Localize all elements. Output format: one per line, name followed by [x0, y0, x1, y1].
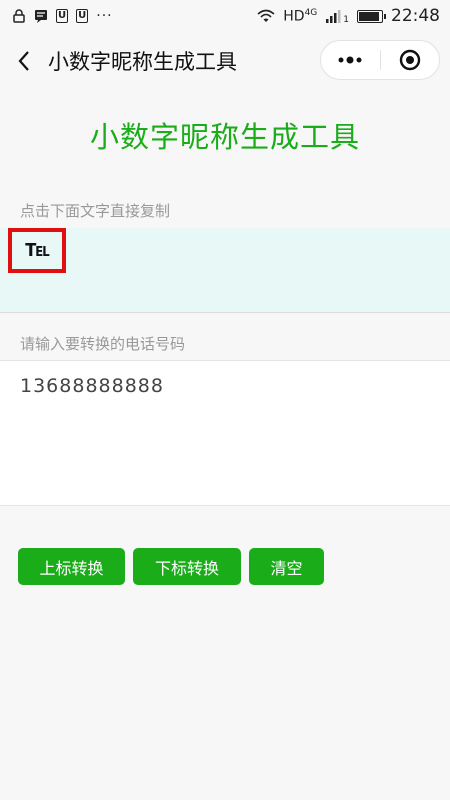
phone-input-label: 请输入要转换的电话号码: [20, 335, 186, 353]
target-circle-icon: [399, 49, 420, 71]
status-right: HD4G 1 22:48: [257, 6, 440, 26]
status-bar: U U ··· HD4G 1 22:48: [0, 0, 450, 32]
wifi-icon: [257, 9, 275, 22]
nav-bar: 小数字昵称生成工具: [0, 32, 450, 90]
page-title: 小数字昵称生成工具: [89, 120, 360, 154]
superscript-convert-button[interactable]: 上标转换: [18, 548, 125, 585]
clear-button[interactable]: 清空: [249, 548, 324, 585]
back-button[interactable]: [0, 32, 48, 90]
more-notifications-icon: ···: [96, 8, 113, 24]
subscript-convert-button[interactable]: 下标转换: [133, 548, 241, 585]
more-options-button[interactable]: [321, 41, 380, 79]
more-dots-icon: [338, 56, 362, 64]
phone-input-area: 13688888888: [0, 360, 450, 506]
signal-icon: [326, 10, 341, 23]
close-miniprogram-button[interactable]: [381, 41, 440, 79]
copy-result-area[interactable]: Tel: [0, 228, 450, 313]
signal-sub-label: 1: [343, 15, 349, 25]
lock-notification-icon: [13, 9, 25, 23]
chevron-left-icon: [18, 51, 29, 71]
nav-title: 小数字昵称生成工具: [48, 50, 237, 74]
action-buttons: 上标转换 下标转换 清空: [18, 548, 324, 585]
app-notification-icon: U: [56, 9, 69, 23]
app-notification-icon-2: U: [76, 9, 89, 23]
phone-number-input[interactable]: 13688888888: [20, 375, 430, 493]
battery-fill: [359, 11, 379, 21]
network-indicator: HD4G: [283, 8, 317, 25]
converted-text[interactable]: Tel: [8, 228, 66, 273]
network-type: 4G: [304, 7, 318, 18]
network-label: HD: [283, 8, 305, 25]
menu-capsule: [320, 40, 440, 80]
battery-icon: [357, 9, 386, 23]
status-time: 22:48: [391, 6, 440, 26]
status-left: U U ···: [12, 8, 113, 24]
message-notification-icon: [35, 10, 47, 23]
copy-hint-label: 点击下面文字直接复制: [20, 202, 171, 220]
